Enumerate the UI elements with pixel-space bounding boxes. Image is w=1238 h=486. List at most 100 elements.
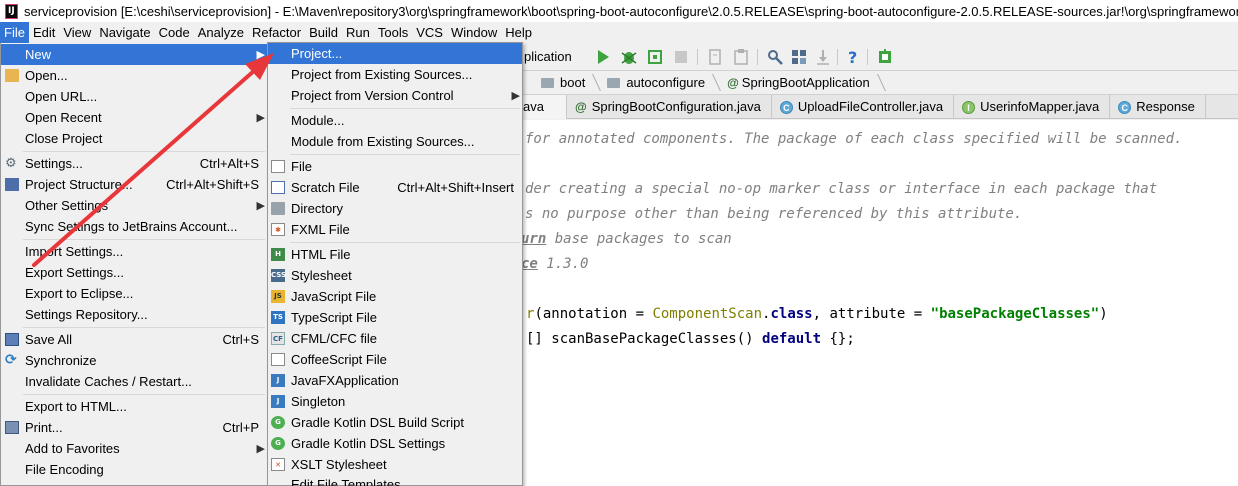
menu-item-xslt-stylesheet[interactable]: ✕ XSLT Stylesheet [268, 454, 522, 475]
menu-item-open[interactable]: Open... [1, 65, 267, 86]
menu-item-label: Scratch File [291, 180, 360, 195]
menu-item-gradle-settings[interactable]: G Gradle Kotlin DSL Settings [268, 433, 522, 454]
menu-item-label: TypeScript File [291, 310, 377, 325]
menu-vcs[interactable]: VCS [412, 22, 447, 43]
coverage-icon[interactable] [645, 47, 665, 67]
menu-item-cfml-file[interactable]: CF CFML/CFC file [268, 328, 522, 349]
menu-item-print[interactable]: Print... Ctrl+P [1, 417, 267, 438]
help-icon[interactable]: ? [843, 47, 863, 67]
menu-item-export-html[interactable]: Export to HTML... [1, 396, 267, 417]
project-structure-icon[interactable] [789, 47, 809, 67]
menu-item-label: Export to Eclipse... [25, 286, 134, 301]
menu-item-new[interactable]: New ▶ [1, 44, 267, 65]
sdk-download-icon[interactable] [813, 47, 833, 67]
breadcrumb-item-autoconfigure[interactable]: autoconfigure [599, 72, 719, 94]
svg-text:?: ? [848, 48, 857, 67]
plugin-icon[interactable] [875, 47, 895, 67]
tab-springbootapplication[interactable]: ava [523, 95, 567, 119]
menu-item-coffeescript-file[interactable]: CoffeeScript File [268, 349, 522, 370]
menu-view[interactable]: View [59, 22, 95, 43]
menu-item-sync-settings[interactable]: Sync Settings to JetBrains Account... [1, 216, 267, 237]
menu-item-export-eclipse[interactable]: Export to Eclipse... [1, 283, 267, 304]
menu-item-label: Project... [291, 46, 343, 61]
breadcrumb-item-boot[interactable]: boot [523, 72, 599, 94]
menu-item-synchronize[interactable]: ⟳ Synchronize [1, 350, 267, 371]
breadcrumb: boot autoconfigure @ SpringBootApplicati… [523, 71, 1238, 95]
gear-icon: ⚙ [5, 156, 17, 171]
stop-icon[interactable] [671, 47, 691, 67]
menu-item-html-file[interactable]: H HTML File [268, 244, 522, 265]
tab-label: UserinfoMapper.java [980, 99, 1100, 114]
save-icon [5, 333, 19, 346]
menu-item-edit-file-templates[interactable]: Edit File Templates... [268, 477, 522, 486]
tab-userinfomapper[interactable]: I UserinfoMapper.java [954, 95, 1111, 119]
menu-help[interactable]: Help [501, 22, 536, 43]
menu-item-label: Project from Existing Sources... [291, 67, 473, 82]
menu-item-close-project[interactable]: Close Project [1, 128, 267, 149]
menu-item-directory[interactable]: Directory [268, 198, 522, 219]
javadoc-tag: ce [521, 256, 538, 272]
menu-item-label: CFML/CFC file [291, 331, 377, 346]
menu-item-project-existing-sources[interactable]: Project from Existing Sources... [268, 64, 522, 85]
settings-wrench-icon[interactable] [765, 47, 785, 67]
menu-item-scratch-file[interactable]: Scratch File Ctrl+Alt+Shift+Insert [268, 177, 522, 198]
menu-item-project-vcs[interactable]: Project from Version Control ▶ [268, 85, 522, 106]
menu-item-javascript-file[interactable]: JS JavaScript File [268, 286, 522, 307]
menu-item-settings[interactable]: ⚙ Settings... Ctrl+Alt+S [1, 153, 267, 174]
singleton-file-icon: J [271, 395, 285, 408]
menu-code[interactable]: Code [155, 22, 194, 43]
code-line: der creating a special no-op marker clas… [525, 181, 1158, 197]
breadcrumb-item-springbootapplication[interactable]: @ SpringBootApplication [719, 72, 884, 94]
menu-edit[interactable]: Edit [29, 22, 59, 43]
menu-separator [290, 108, 520, 109]
menu-run[interactable]: Run [342, 22, 374, 43]
submenu-arrow-icon: ▶ [256, 48, 265, 61]
debug-icon[interactable] [619, 47, 639, 67]
tab-response[interactable]: C Response [1110, 95, 1206, 119]
menu-item-import-settings[interactable]: Import Settings... [1, 241, 267, 262]
clipboard-icon[interactable] [731, 47, 751, 67]
menu-item-gradle-build-script[interactable]: G Gradle Kotlin DSL Build Script [268, 412, 522, 433]
code-editor[interactable]: for annotated components. The package of… [521, 120, 1238, 486]
menu-item-javafx-application[interactable]: J JavaFXApplication [268, 370, 522, 391]
menu-item-export-settings[interactable]: Export Settings... [1, 262, 267, 283]
menu-tools[interactable]: Tools [374, 22, 412, 43]
menu-item-project-structure[interactable]: Project Structure... Ctrl+Alt+Shift+S [1, 174, 267, 195]
menu-item-open-url[interactable]: Open URL... [1, 86, 267, 107]
menu-refactor[interactable]: Refactor [248, 22, 305, 43]
menu-window[interactable]: Window [447, 22, 501, 43]
menu-item-add-favorites[interactable]: Add to Favorites ▶ [1, 438, 267, 459]
run-config-select[interactable]: plication [523, 47, 593, 67]
menu-item-invalidate-caches[interactable]: Invalidate Caches / Restart... [1, 371, 267, 392]
menu-item-open-recent[interactable]: Open Recent ▶ [1, 107, 267, 128]
run-icon[interactable] [593, 47, 613, 67]
interface-icon: I [962, 100, 976, 114]
menu-item-settings-repository[interactable]: Settings Repository... [1, 304, 267, 325]
menu-item-new-project[interactable]: Project... [268, 43, 522, 64]
menu-item-typescript-file[interactable]: TS TypeScript File [268, 307, 522, 328]
menu-item-label: Project Structure... [25, 177, 133, 192]
tab-uploadfilecontroller[interactable]: C UploadFileController.java [772, 95, 955, 119]
menu-item-label: File [291, 159, 312, 174]
menu-item-save-all[interactable]: Save All Ctrl+S [1, 329, 267, 350]
menu-item-singleton[interactable]: J Singleton [268, 391, 522, 412]
menu-item-module-existing[interactable]: Module from Existing Sources... [268, 131, 522, 152]
menu-navigate[interactable]: Navigate [95, 22, 154, 43]
menu-item-stylesheet[interactable]: CSS Stylesheet [268, 265, 522, 286]
menu-item-file-encoding[interactable]: File Encoding [1, 459, 267, 480]
tab-springbootconfiguration[interactable]: @ SpringBootConfiguration.java [567, 95, 772, 119]
menu-item-other-settings[interactable]: Other Settings ▶ [1, 195, 267, 216]
menu-item-label: Module... [291, 113, 345, 128]
folder-open-icon [5, 69, 19, 82]
menu-item-module[interactable]: Module... [268, 110, 522, 131]
attach-icon[interactable] [705, 47, 725, 67]
code-keyword: class [770, 306, 813, 322]
menu-item-label: Invalidate Caches / Restart... [25, 374, 192, 389]
menu-item-file[interactable]: File [268, 156, 522, 177]
menu-file[interactable]: File [0, 22, 29, 43]
tab-label: UploadFileController.java [797, 99, 944, 114]
menu-build[interactable]: Build [305, 22, 342, 43]
menu-item-fxml-file[interactable]: ✱ FXML File [268, 219, 522, 240]
menu-item-label: Project from Version Control [291, 88, 454, 103]
menu-analyze[interactable]: Analyze [194, 22, 248, 43]
